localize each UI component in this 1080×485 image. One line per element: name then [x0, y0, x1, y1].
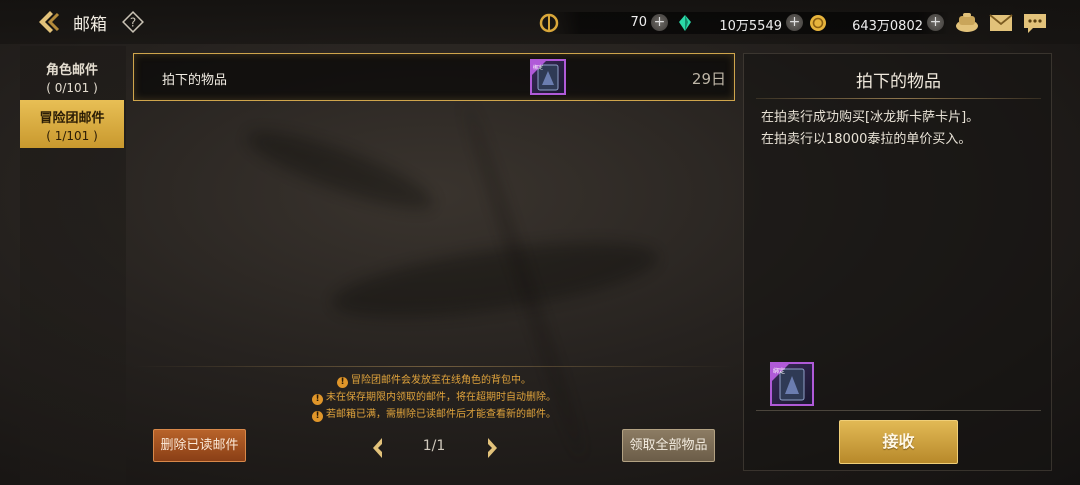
prev-page-button[interactable] [368, 435, 388, 461]
svg-text:?: ? [130, 16, 136, 30]
help-button[interactable]: ? [121, 10, 145, 34]
mail-detail-panel: 拍下的物品 在拍卖行成功购买[冰龙斯卡萨卡片]。 在拍卖行以18000泰拉的单价… [743, 53, 1052, 471]
background-cloud [239, 117, 441, 223]
add-c-button[interactable]: + [651, 14, 668, 31]
page-indicator: 1/1 [422, 438, 446, 454]
notice-line: ! 若邮箱已满，需删除已读邮件后才能查看新的邮件。 [133, 405, 735, 422]
chat-button[interactable] [1021, 10, 1049, 36]
currency-c-value: 70 [630, 15, 647, 30]
mail-list-item[interactable]: 拍下的物品 绑定 29日 [133, 53, 735, 101]
list-divider [133, 366, 735, 367]
tab-count: ( 0/101 ) [46, 81, 98, 95]
mail-days-left: 29日 [691, 70, 726, 88]
shop-cart-button[interactable] [953, 10, 981, 36]
help-icon: ? [122, 11, 144, 33]
detail-body-line: 在拍卖行以18000泰拉的单价买入。 [761, 132, 972, 147]
page-title: 邮箱 [73, 15, 107, 35]
chat-bubble-icon [1024, 14, 1046, 33]
next-page-button[interactable] [482, 435, 502, 461]
detail-title: 拍下的物品 [856, 72, 941, 92]
tab-count: ( 1/101 ) [46, 129, 98, 143]
detail-divider [756, 98, 1041, 99]
notice-text: 若邮箱已满，需删除已读邮件后才能查看新的邮件。 [326, 409, 556, 420]
tab-adventure-group-mail[interactable]: 冒险团邮件 ( 1/101 ) [20, 100, 124, 148]
envelope-icon [989, 14, 1013, 31]
claim-all-button[interactable]: 领取全部物品 [622, 429, 715, 462]
warning-icon: ! [312, 394, 323, 405]
detail-body-line: 在拍卖行成功购买[冰龙斯卡萨卡片]。 [761, 110, 980, 125]
tab-label: 冒险团邮件 [39, 111, 105, 126]
warning-icon: ! [312, 411, 323, 422]
chevron-right-icon [488, 438, 497, 458]
currency-gold-value: 643万0802 [852, 19, 923, 34]
svg-text:绑定: 绑定 [773, 367, 785, 375]
svg-text:绑定: 绑定 [533, 64, 543, 71]
add-gem-button[interactable]: + [786, 14, 803, 31]
tab-character-mail[interactable]: 角色邮件 ( 0/101 ) [20, 52, 124, 100]
gem-icon [675, 13, 695, 33]
chevron-left-icon [373, 438, 382, 458]
notice-text: 冒险团邮件会发放至在线角色的背包中。 [351, 375, 531, 386]
detail-divider [756, 410, 1041, 411]
back-button[interactable] [34, 8, 64, 36]
back-arrow-icon [39, 11, 60, 33]
notice-text: 未在保存期限内领取的邮件，将在超期时自动删除。 [326, 392, 556, 403]
cart-icon [956, 13, 978, 32]
tab-label: 角色邮件 [45, 63, 98, 78]
gold-coin-icon [808, 13, 828, 33]
notice-line: ! 未在保存期限内领取的邮件，将在超期时自动删除。 [133, 388, 735, 405]
warning-icon: ! [337, 377, 348, 388]
add-gold-button[interactable]: + [927, 14, 944, 31]
attachment-card-icon[interactable]: 绑定 [770, 362, 814, 406]
mail-attachment-card-icon: 绑定 [530, 59, 566, 95]
mail-subject: 拍下的物品 [162, 73, 228, 88]
notice-line: ! 冒险团邮件会发放至在线角色的背包中。 [133, 371, 735, 388]
background-cloud [327, 227, 663, 333]
c-coin-icon [539, 13, 559, 33]
delete-read-mail-button[interactable]: 删除已读邮件 [153, 429, 246, 462]
receive-button[interactable]: 接收 [839, 420, 958, 464]
currency-gem-value: 10万5549 [719, 19, 782, 34]
mail-button[interactable] [987, 10, 1015, 36]
